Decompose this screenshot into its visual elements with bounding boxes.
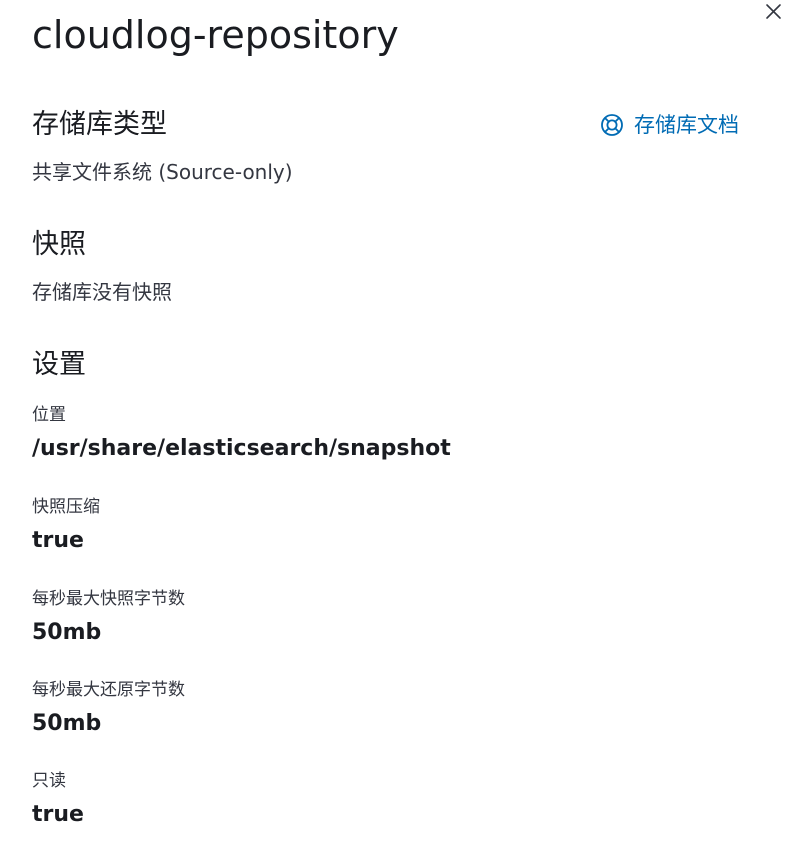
snapshots-empty-text: 存储库没有快照 xyxy=(32,280,172,304)
setting-label: 每秒最大还原字节数 xyxy=(32,680,185,700)
setting-value: /usr/share/elasticsearch/snapshot xyxy=(32,436,451,461)
setting-label: 每秒最大快照字节数 xyxy=(32,589,185,609)
repository-type-value: 共享文件系统 (Source-only) xyxy=(32,160,293,184)
flyout-title: cloudlog-repository xyxy=(32,13,399,57)
close-button[interactable] xyxy=(762,2,786,24)
setting-value: 50mb xyxy=(32,620,102,645)
setting-label: 位置 xyxy=(32,405,66,425)
help-lifebuoy-icon xyxy=(600,113,624,137)
setting-label: 快照压缩 xyxy=(32,497,100,517)
setting-value: true xyxy=(32,528,84,553)
repository-docs-link[interactable]: 存储库文档 xyxy=(600,111,739,139)
close-icon xyxy=(762,2,786,24)
setting-value: 50mb xyxy=(32,711,102,736)
repository-docs-link-label: 存储库文档 xyxy=(634,113,739,137)
setting-value: true xyxy=(32,802,84,827)
repository-type-heading: 存储库类型 xyxy=(32,109,167,140)
settings-heading: 设置 xyxy=(32,349,86,380)
snapshots-heading: 快照 xyxy=(32,229,86,260)
setting-label: 只读 xyxy=(32,771,66,791)
repository-details-flyout: cloudlog-repository 存储库类型 存储库文档 共享文件系统 (… xyxy=(0,0,786,864)
